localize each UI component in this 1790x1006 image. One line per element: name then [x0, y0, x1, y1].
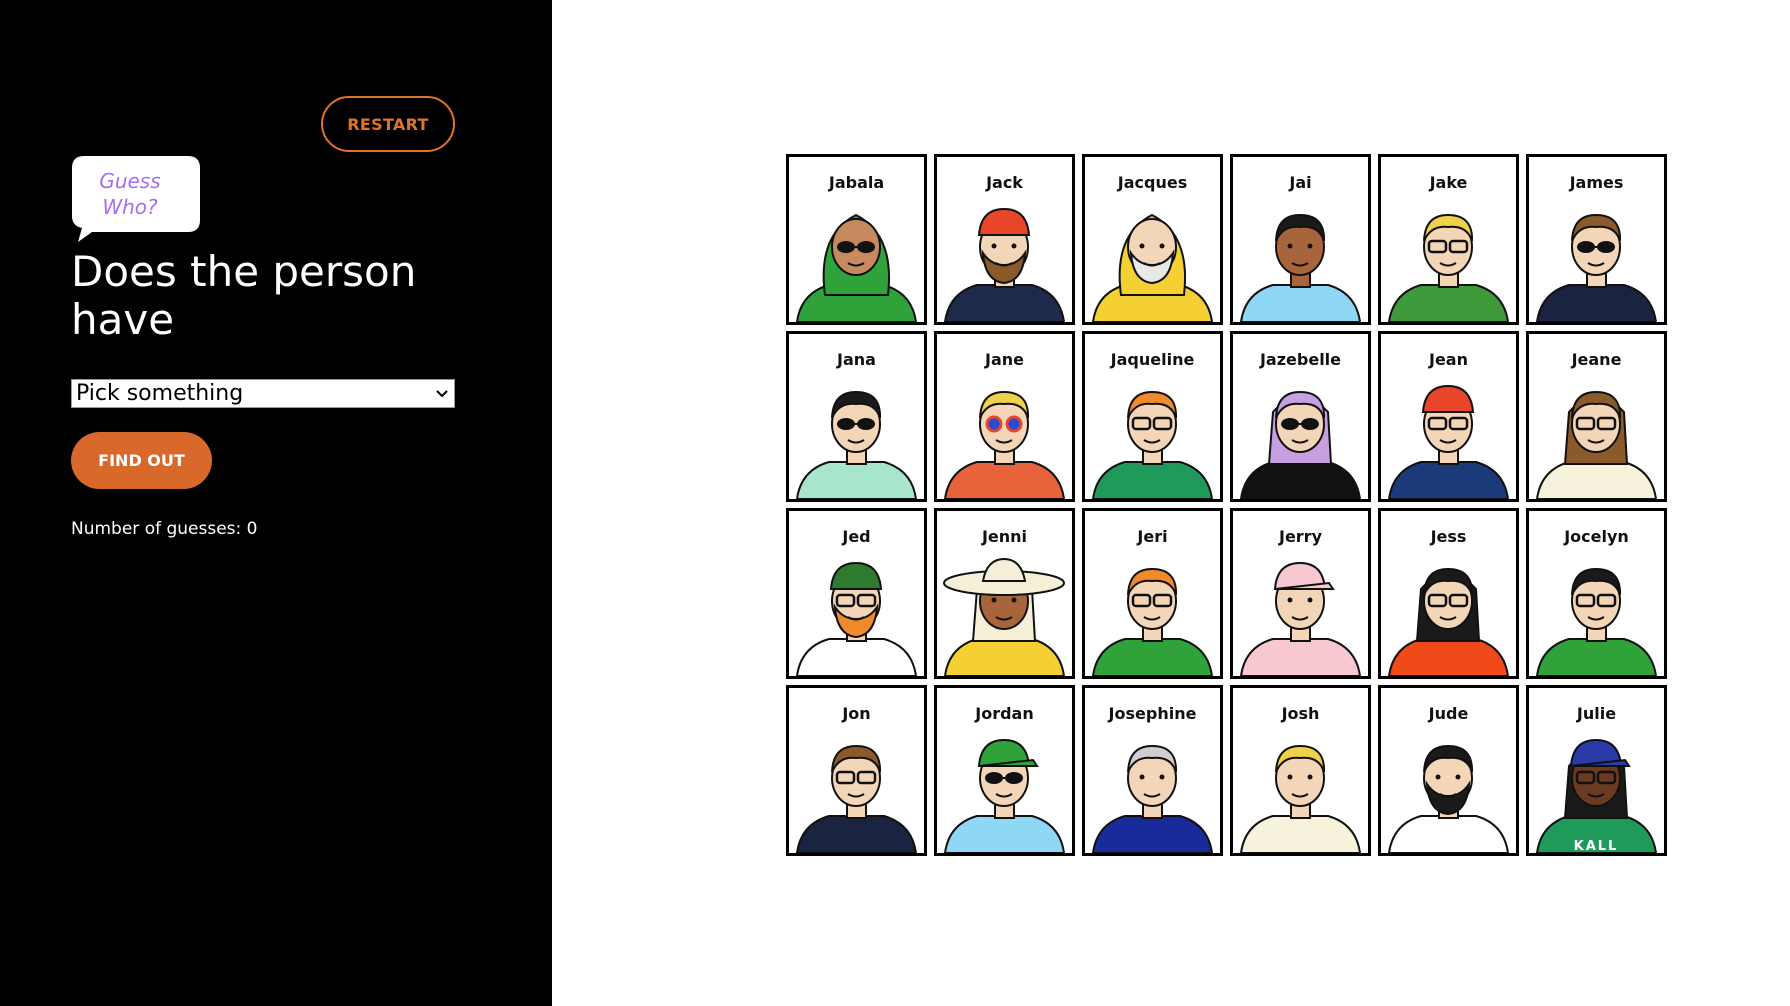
character-name: Jane [985, 350, 1024, 369]
character-portrait [1387, 744, 1510, 853]
character-card[interactable]: James [1526, 154, 1667, 325]
character-portrait [1091, 744, 1214, 853]
character-card[interactable]: Jack [934, 154, 1075, 325]
select-value: Pick something [76, 381, 244, 406]
character-portrait [943, 207, 1066, 322]
character-card[interactable]: Jerry [1230, 508, 1371, 679]
character-portrait [1239, 213, 1362, 322]
character-card[interactable]: Jed [786, 508, 927, 679]
guess-counter: Number of guesses: 0 [71, 519, 258, 539]
restart-button[interactable]: RESTART [321, 96, 455, 152]
character-name: Jeri [1137, 527, 1168, 546]
character-portrait [1387, 384, 1510, 499]
logo-line-guess: Guess [99, 169, 161, 193]
character-portrait [1091, 567, 1214, 676]
character-card[interactable]: Jane [934, 331, 1075, 502]
character-portrait [1091, 390, 1214, 499]
character-name: Jeane [1571, 350, 1622, 369]
character-name: Jon [842, 704, 871, 723]
character-portrait: KALL [1535, 738, 1658, 853]
character-card[interactable]: Jess [1378, 508, 1519, 679]
svg-text:KALL: KALL [1574, 839, 1619, 853]
character-name: Jerry [1278, 527, 1322, 546]
character-name: Jess [1430, 527, 1467, 546]
character-name: Jude [1428, 704, 1469, 723]
character-name: Jocelyn [1564, 527, 1629, 546]
attribute-select[interactable]: Pick something [71, 379, 455, 408]
sidebar: RESTART Guess Who? Does the person have … [0, 0, 552, 1006]
character-card[interactable]: Jeane [1526, 331, 1667, 502]
character-card[interactable]: Josh [1230, 685, 1371, 856]
character-card[interactable]: Jazebelle [1230, 331, 1371, 502]
find-out-button[interactable]: FIND OUT [71, 432, 212, 489]
character-portrait [1535, 213, 1658, 322]
character-portrait [943, 557, 1066, 676]
character-portrait [795, 561, 918, 676]
character-portrait [1535, 567, 1658, 676]
character-name: Jake [1429, 173, 1468, 192]
character-portrait [943, 390, 1066, 499]
character-card[interactable]: Jean [1378, 331, 1519, 502]
character-card[interactable]: Jacques [1082, 154, 1223, 325]
character-name: Julie [1576, 704, 1617, 723]
character-portrait [943, 738, 1066, 853]
character-card[interactable]: Jenni [934, 508, 1075, 679]
character-board: Jabala Jack Jacques Jai Jake James Jana Jane Jaq… [786, 154, 1667, 856]
character-card[interactable]: Jon [786, 685, 927, 856]
character-portrait [1239, 561, 1362, 676]
character-portrait [1239, 390, 1362, 499]
character-card[interactable]: Jaqueline [1082, 331, 1223, 502]
character-name: Jana [837, 350, 876, 369]
character-name: Jack [986, 173, 1023, 192]
character-card[interactable]: Jeri [1082, 508, 1223, 679]
character-portrait [1387, 567, 1510, 676]
character-card[interactable]: Jabala [786, 154, 927, 325]
character-card[interactable]: Jai [1230, 154, 1371, 325]
character-card[interactable]: Jude [1378, 685, 1519, 856]
character-name: Jed [842, 527, 871, 546]
character-portrait [795, 213, 918, 322]
character-card[interactable]: Jake [1378, 154, 1519, 325]
character-name: Jazebelle [1259, 350, 1342, 369]
character-name: Jenni [981, 527, 1028, 546]
character-card[interactable]: Jocelyn [1526, 508, 1667, 679]
character-name: Jabala [828, 173, 885, 192]
character-name: Jaqueline [1110, 350, 1195, 369]
character-card[interactable]: Josephine [1082, 685, 1223, 856]
chevron-down-icon [436, 390, 448, 398]
character-portrait [1535, 390, 1658, 499]
logo-line-who: Who? [102, 195, 158, 219]
logo-text: Guess Who? [70, 168, 190, 220]
question-heading: Does the person have [71, 247, 417, 344]
character-name: Jordan [975, 704, 1034, 723]
character-name: James [1569, 173, 1624, 192]
character-card[interactable]: Jordan [934, 685, 1075, 856]
character-portrait [795, 390, 918, 499]
character-portrait [1387, 213, 1510, 322]
character-portrait [795, 744, 918, 853]
character-name: Jacques [1117, 173, 1188, 192]
character-card[interactable]: Jana [786, 331, 927, 502]
character-card[interactable]: Julie KALL [1526, 685, 1667, 856]
character-portrait [1239, 744, 1362, 853]
character-portrait [1091, 213, 1214, 322]
character-name: Josephine [1108, 704, 1197, 723]
character-name: Jai [1289, 173, 1312, 192]
character-name: Josh [1281, 704, 1320, 723]
character-name: Jean [1429, 350, 1468, 369]
